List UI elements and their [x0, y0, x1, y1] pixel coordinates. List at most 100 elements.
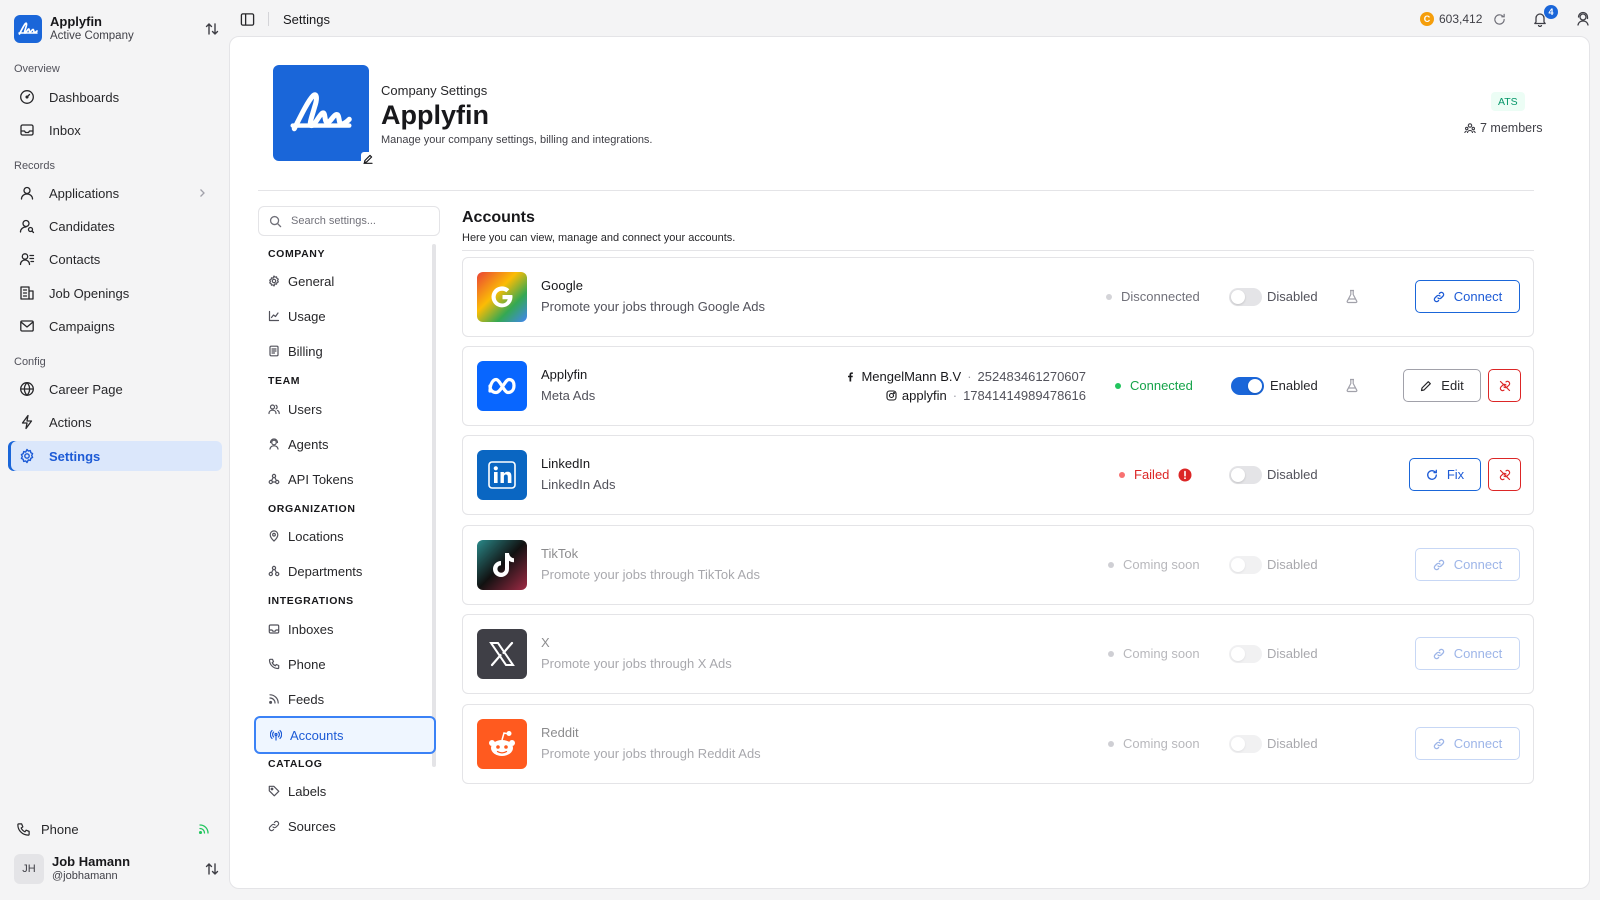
sidebar-item-label: Campaigns	[49, 318, 115, 334]
link-icon	[1433, 648, 1445, 659]
settings-item-label: API Tokens	[288, 471, 354, 487]
settings-item-departments[interactable]: Departments	[254, 554, 436, 588]
enable-toggle	[1229, 645, 1262, 663]
company-description: Manage your company settings, billing an…	[381, 134, 653, 146]
account-name: Google	[541, 278, 583, 293]
sidebar-item-label: Inbox	[49, 122, 81, 138]
credits-value: 603,412	[1439, 12, 1483, 26]
sidebar-item-candidates[interactable]: Candidates	[8, 211, 222, 241]
avatar: JH	[14, 854, 44, 884]
flask-icon[interactable]	[1345, 289, 1359, 304]
sidebar-item-campaigns[interactable]: Campaigns	[8, 311, 222, 341]
settings-item-locations[interactable]: Locations	[254, 519, 436, 553]
status-label: Connected	[1130, 378, 1193, 393]
settings-item-agents[interactable]: Agents	[254, 427, 436, 461]
button-label: Connect	[1453, 289, 1503, 304]
credits-balance[interactable]: C 603,412	[1420, 12, 1482, 26]
disconnect-button[interactable]	[1488, 369, 1521, 402]
gear-icon	[20, 448, 34, 464]
disconnect-button[interactable]	[1488, 458, 1521, 491]
settings-item-inboxes[interactable]: Inboxes	[254, 612, 436, 646]
enable-toggle[interactable]	[1229, 466, 1262, 484]
sidebar-item-contacts[interactable]: Contacts	[8, 244, 222, 274]
sidebar-item-applications[interactable]: Applications	[8, 178, 222, 208]
account-subtitle: Promote your jobs through X Ads	[541, 656, 732, 671]
account-name: LinkedIn	[541, 456, 591, 471]
refresh-icon[interactable]	[1493, 13, 1506, 26]
google-logo-icon	[477, 272, 527, 322]
connection-status: Disconnected	[1106, 289, 1200, 304]
settings-item-general[interactable]: General	[254, 264, 436, 298]
settings-item-sources[interactable]: Sources	[254, 809, 436, 843]
status-label: Coming soon	[1123, 646, 1200, 661]
sidebar-item-settings[interactable]: Settings	[8, 441, 222, 471]
toggle-label: Disabled	[1267, 646, 1318, 661]
account-card-x: X Promote your jobs through X Ads Coming…	[462, 614, 1534, 694]
status-dot	[1119, 471, 1125, 478]
edit-logo-button[interactable]	[361, 152, 375, 166]
receipt-icon	[269, 345, 279, 357]
linkedin-logo-icon	[477, 450, 527, 500]
enable-toggle[interactable]	[1231, 377, 1264, 395]
gauge-icon	[20, 90, 34, 104]
settings-item-label: Billing	[288, 343, 323, 359]
account-subtitle: Promote your jobs through TikTok Ads	[541, 567, 760, 582]
account-subtitle: Promote your jobs through Reddit Ads	[541, 746, 761, 761]
support-agent-icon[interactable]	[1575, 11, 1591, 27]
connect-button[interactable]: Connect	[1415, 280, 1520, 313]
search-icon	[269, 215, 282, 227]
sidebar-item-dashboards[interactable]: Dashboards	[8, 82, 222, 112]
sidebar-item-label: Applications	[49, 185, 120, 201]
settings-item-users[interactable]: Users	[254, 392, 436, 426]
sidebar-item-career-page[interactable]: Career Page	[8, 374, 222, 404]
toggle-label: Disabled	[1267, 289, 1318, 304]
sidebar-item-actions[interactable]: Actions	[8, 407, 222, 437]
rss-icon	[269, 694, 279, 704]
nav-section-overview: Overview	[14, 63, 60, 75]
members-count[interactable]: 7 members	[1464, 121, 1543, 135]
connect-button: Connect	[1415, 637, 1520, 670]
agent-icon	[269, 438, 279, 450]
settings-item-labels[interactable]: Labels	[254, 774, 436, 808]
settings-item-feeds[interactable]: Feeds	[254, 682, 436, 716]
notification-badge: 4	[1544, 5, 1558, 19]
fix-button[interactable]: Fix	[1409, 458, 1481, 491]
unlink-icon	[1499, 469, 1510, 480]
sidebar-item-job-openings[interactable]: Job Openings	[8, 278, 222, 308]
sidebar-item-label: Career Page	[49, 381, 123, 397]
settings-item-phone[interactable]: Phone	[254, 647, 436, 681]
switch-arrows-icon[interactable]	[204, 861, 220, 877]
settings-item-billing[interactable]: Billing	[254, 334, 436, 368]
settings-panel: Company Settings Applyfin Manage your co…	[229, 36, 1590, 889]
settings-item-api-tokens[interactable]: API Tokens	[254, 462, 436, 496]
settings-item-label: Locations	[288, 528, 344, 544]
sidebar-item-inbox[interactable]: Inbox	[8, 115, 222, 145]
user-icon	[20, 186, 34, 200]
sidebar-toggle-icon[interactable]	[240, 12, 255, 27]
account-subtitle: LinkedIn Ads	[541, 477, 616, 492]
enable-toggle[interactable]	[1229, 288, 1262, 306]
phone-status[interactable]: Phone	[8, 815, 222, 843]
sidebar-item-label: Contacts	[49, 251, 101, 267]
company-switcher[interactable]: Applyfin Active Company	[14, 14, 220, 44]
refresh-icon	[1426, 469, 1437, 480]
status-label: Failed	[1134, 467, 1170, 482]
page-id: 17841414989478616	[963, 388, 1086, 403]
settings-item-usage[interactable]: Usage	[254, 299, 436, 333]
edit-button[interactable]: Edit	[1403, 369, 1481, 402]
settings-item-accounts[interactable]: Accounts	[254, 716, 436, 754]
search-input[interactable]	[291, 215, 431, 227]
sidebar-item-label: Candidates	[49, 218, 115, 234]
sidebar-item-label: Job Openings	[49, 285, 130, 301]
account-name: X	[541, 635, 550, 650]
user-menu[interactable]: JH Job Hamann @jobhamann	[14, 852, 220, 886]
status-dot	[1108, 561, 1114, 568]
enable-toggle	[1229, 735, 1262, 753]
chart-line-icon	[268, 310, 280, 322]
switch-arrows-icon[interactable]	[204, 21, 220, 37]
flask-icon[interactable]	[1345, 378, 1359, 393]
meta-logo-icon	[477, 361, 527, 411]
alert-icon[interactable]	[1178, 468, 1192, 482]
sidebar-item-label: Settings	[49, 448, 101, 464]
settings-search[interactable]	[258, 206, 440, 236]
